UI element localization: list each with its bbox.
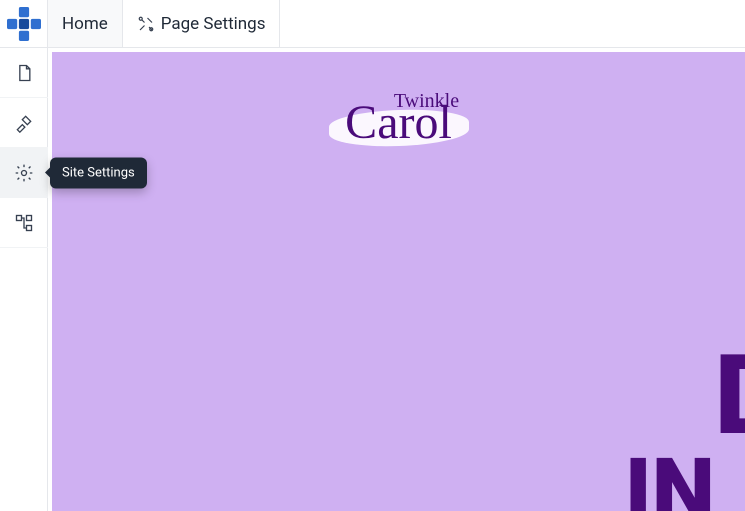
app-logo[interactable]: [0, 0, 48, 47]
tab-home[interactable]: Home: [48, 0, 123, 47]
sidebar-item-pages[interactable]: [0, 48, 48, 98]
app-logo-icon: [7, 7, 41, 41]
tab-page-settings[interactable]: Page Settings: [123, 0, 281, 47]
design-tools-icon: [14, 113, 34, 133]
file-icon: [14, 63, 34, 83]
sidebar-item-structure[interactable]: [0, 198, 48, 248]
left-sidebar: Site Settings: [0, 48, 48, 511]
tab-label: Home: [62, 14, 108, 34]
hero-letter-d: D: [715, 352, 745, 440]
tooltip-site-settings: Site Settings: [50, 157, 147, 188]
tab-label: Page Settings: [161, 14, 266, 34]
canvas-area: Twinkle Carol D IN: [48, 48, 745, 511]
tooltip-label: Site Settings: [62, 165, 135, 180]
tools-icon: [137, 15, 155, 33]
tree-icon: [14, 213, 34, 233]
sidebar-item-site-settings[interactable]: Site Settings: [0, 148, 48, 198]
site-logo: Twinkle Carol: [319, 88, 479, 140]
main-body: Site Settings Twinkle Carol D IN: [0, 48, 745, 511]
page-canvas[interactable]: Twinkle Carol D IN: [52, 52, 745, 511]
hero-text-partial: D IN: [715, 352, 745, 503]
hero-letters-in: IN: [625, 460, 715, 511]
top-toolbar: Home Page Settings: [0, 0, 745, 48]
logo-line-2: Carol: [319, 109, 479, 138]
gear-icon: [14, 163, 34, 183]
sidebar-item-design[interactable]: [0, 98, 48, 148]
